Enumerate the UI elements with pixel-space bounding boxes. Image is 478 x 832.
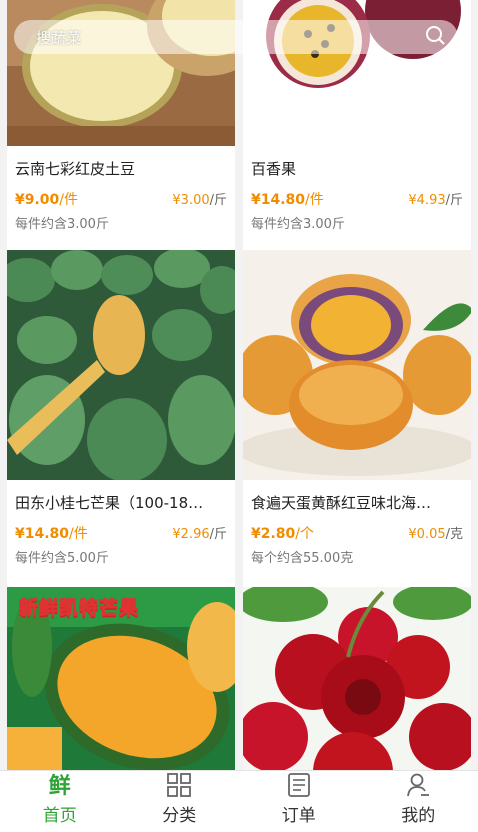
product-weight: 每个约含55.00克 bbox=[251, 551, 354, 566]
product-card[interactable]: 田东小桂七芒果（100-18… ¥14.80/件 ¥2.96/斤 每件约含5.0… bbox=[7, 250, 235, 594]
product-name: 云南七彩红皮土豆 bbox=[15, 160, 136, 178]
search-input[interactable]: 搜蔬菜 bbox=[36, 27, 424, 48]
product-name: 百香果 bbox=[251, 160, 297, 178]
order-list-icon bbox=[284, 771, 314, 798]
tab-label: 首页 bbox=[42, 806, 77, 826]
user-profile-icon bbox=[403, 771, 433, 798]
promo-banner-text: 新鲜凯特芒果 bbox=[18, 597, 140, 620]
bottom-tab-bar: 鲜 首页 分类 订单 我的 bbox=[0, 770, 478, 832]
search-icon[interactable] bbox=[424, 24, 446, 50]
tab-label: 分类 bbox=[162, 806, 197, 826]
product-unit-price: ¥2.96/斤 bbox=[172, 527, 227, 542]
product-image bbox=[243, 250, 471, 480]
product-image bbox=[7, 250, 235, 480]
product-weight: 每件约含5.00斤 bbox=[15, 551, 109, 566]
product-price: ¥14.80/件 bbox=[15, 526, 88, 542]
tab-orders[interactable]: 订单 bbox=[239, 771, 359, 832]
tab-home[interactable]: 鲜 首页 bbox=[0, 771, 120, 832]
search-bar[interactable]: 搜蔬菜 bbox=[14, 20, 458, 54]
product-card[interactable]: 食遍天蛋黄酥红豆味北海… ¥2.80/个 ¥0.05/克 每个约含55.00克 bbox=[243, 250, 471, 594]
product-unit-price: ¥0.05/克 bbox=[408, 527, 463, 542]
product-price: ¥9.00/件 bbox=[15, 192, 79, 208]
tab-profile[interactable]: 我的 bbox=[359, 771, 478, 832]
product-price: ¥2.80/个 bbox=[251, 526, 315, 542]
product-name: 食遍天蛋黄酥红豆味北海… bbox=[251, 494, 432, 512]
product-weight: 每件约含3.00斤 bbox=[15, 217, 109, 232]
screen: 云南七彩红皮土豆 ¥9.00/件 ¥3.00/斤 每件约含3.00斤 百香果 ¥… bbox=[0, 0, 478, 832]
category-grid-icon bbox=[164, 771, 194, 798]
product-name: 田东小桂七芒果（100-18… bbox=[15, 494, 204, 512]
tab-label: 我的 bbox=[401, 806, 436, 826]
xian-logo-icon: 鲜 bbox=[48, 774, 71, 799]
product-unit-price: ¥4.93/斤 bbox=[408, 193, 463, 208]
tab-category[interactable]: 分类 bbox=[120, 771, 240, 832]
product-price: ¥14.80/件 bbox=[251, 192, 324, 208]
product-unit-price: ¥3.00/斤 bbox=[172, 193, 227, 208]
product-weight: 每件约含3.00斤 bbox=[251, 217, 345, 232]
tab-label: 订单 bbox=[281, 806, 316, 826]
